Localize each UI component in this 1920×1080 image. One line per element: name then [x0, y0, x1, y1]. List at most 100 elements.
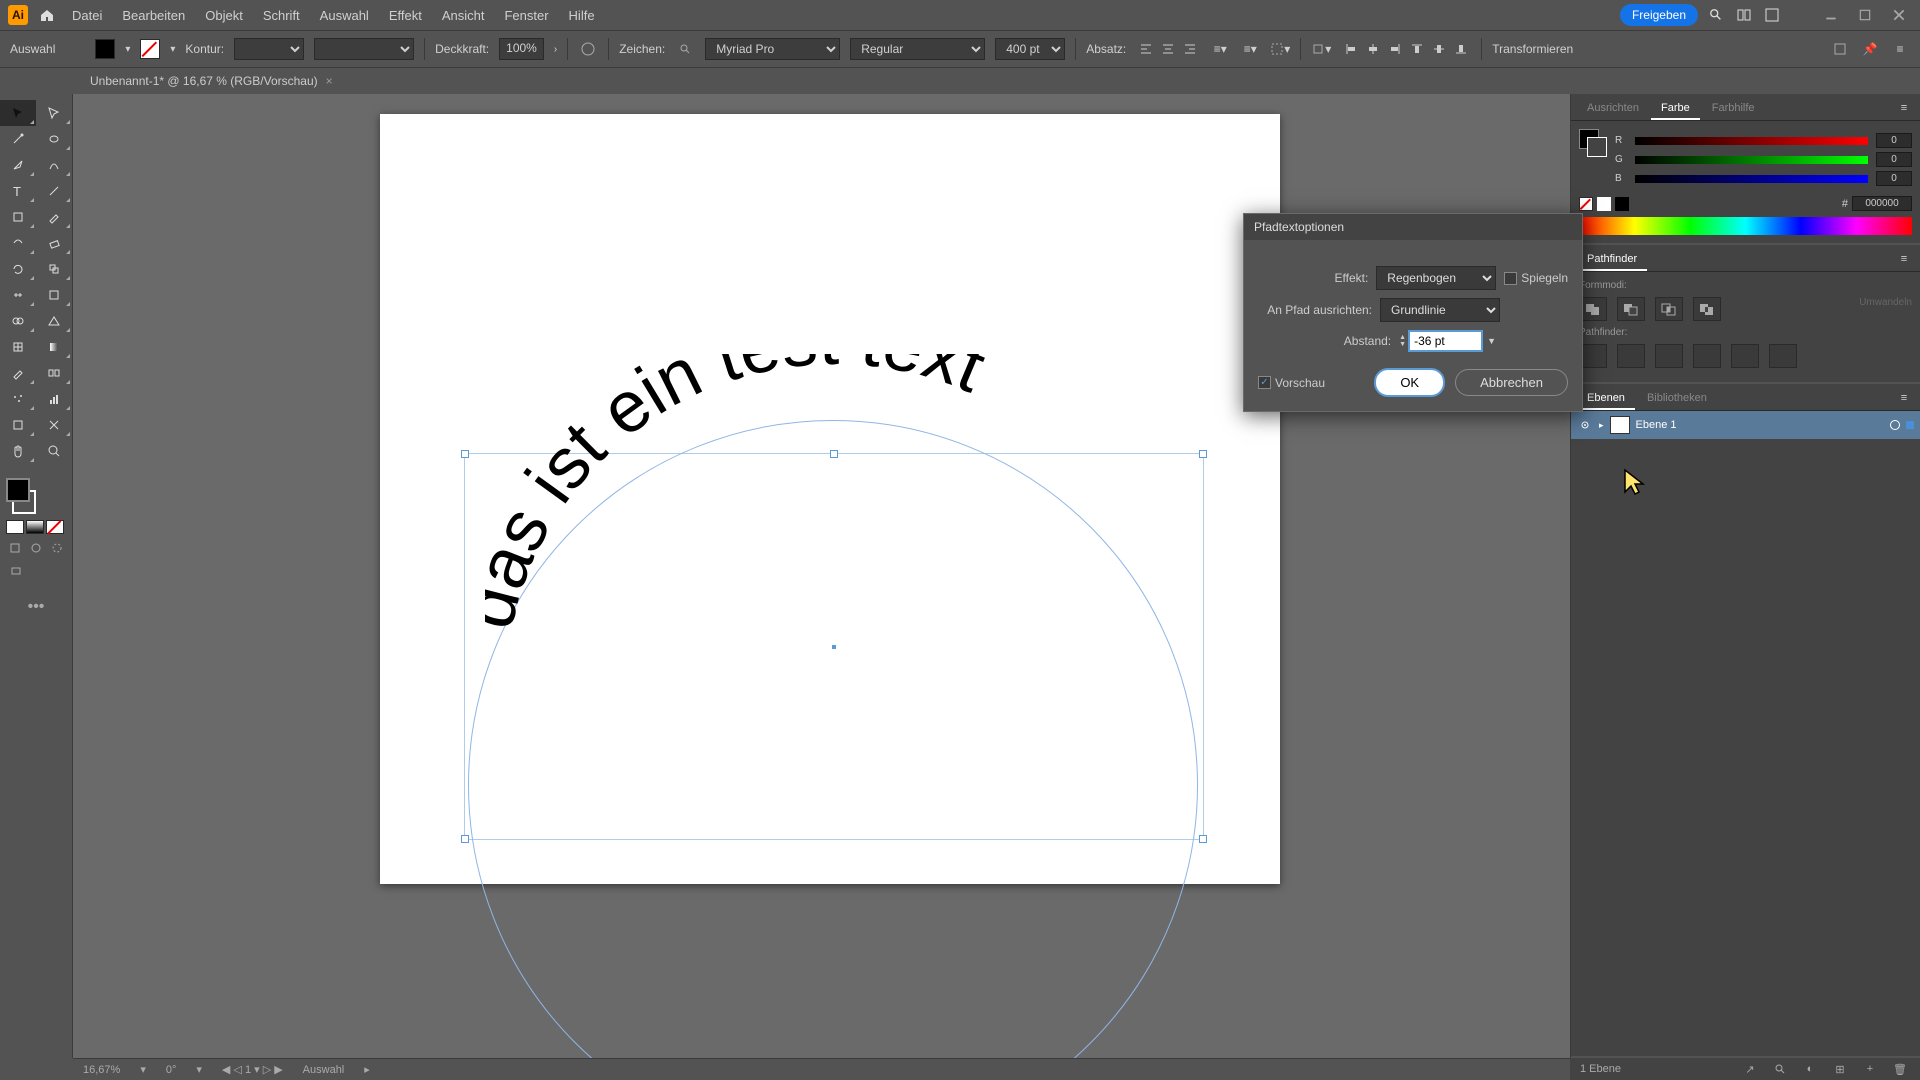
- stroke-profile-field[interactable]: [314, 38, 414, 60]
- pen-tool[interactable]: [0, 152, 36, 178]
- h-align-left-icon[interactable]: [1341, 39, 1361, 59]
- symbol-sprayer-tool[interactable]: [0, 386, 36, 412]
- minimize-icon[interactable]: [1824, 8, 1838, 22]
- delete-layer-icon[interactable]: 🗑: [1890, 1059, 1910, 1079]
- direct-selection-tool[interactable]: [36, 100, 72, 126]
- more-icon[interactable]: ≡: [1890, 39, 1910, 59]
- transform-label[interactable]: Transformieren: [1492, 42, 1573, 56]
- list-number-icon[interactable]: ≡▾: [1240, 39, 1260, 59]
- pin-icon[interactable]: 📌: [1860, 39, 1880, 59]
- fill-swatch[interactable]: [95, 39, 115, 59]
- mirror-checkbox[interactable]: Spiegeln: [1504, 271, 1568, 285]
- preview-checkbox[interactable]: ✓Vorschau: [1258, 376, 1325, 390]
- menu-hilfe[interactable]: Hilfe: [563, 4, 601, 27]
- mesh-tool[interactable]: [0, 334, 36, 360]
- panel-menu-icon[interactable]: ≡: [1894, 388, 1914, 408]
- minus-front-icon[interactable]: [1617, 297, 1645, 321]
- g-value[interactable]: [1876, 152, 1912, 167]
- arrange-icon[interactable]: [1734, 5, 1754, 25]
- size-select[interactable]: 400 pt: [995, 38, 1065, 60]
- align-right-icon[interactable]: [1180, 39, 1200, 59]
- v-align-middle-icon[interactable]: [1429, 39, 1449, 59]
- list-bullet-icon[interactable]: ≡▾: [1210, 39, 1230, 59]
- menu-fenster[interactable]: Fenster: [498, 4, 554, 27]
- rectangle-tool[interactable]: [0, 204, 36, 230]
- align-select[interactable]: Grundlinie: [1380, 298, 1500, 322]
- tab-farbhilfe[interactable]: Farbhilfe: [1702, 98, 1765, 120]
- paintbrush-tool[interactable]: [36, 204, 72, 230]
- rotate-tool[interactable]: [0, 256, 36, 282]
- isolation-icon[interactable]: [1830, 39, 1850, 59]
- stroke-width-field[interactable]: [234, 38, 304, 60]
- layer-export-icon[interactable]: ↗: [1740, 1059, 1760, 1079]
- v-align-top-icon[interactable]: [1407, 39, 1427, 59]
- zoom-tool[interactable]: [36, 438, 72, 464]
- artboard-nav[interactable]: ◀ ◁ 1 ▾ ▷ ▶: [222, 1063, 283, 1076]
- menu-effekt[interactable]: Effekt: [383, 4, 428, 27]
- spinner-icon[interactable]: ▲▼: [1399, 334, 1406, 348]
- tab-ausrichten[interactable]: Ausrichten: [1577, 98, 1649, 120]
- graph-tool[interactable]: [36, 386, 72, 412]
- v-align-bottom-icon[interactable]: [1451, 39, 1471, 59]
- perspective-tool[interactable]: [36, 308, 72, 334]
- weight-select[interactable]: Regular: [850, 38, 985, 60]
- align-to-icon[interactable]: ▾: [1311, 39, 1331, 59]
- menu-schrift[interactable]: Schrift: [257, 4, 306, 27]
- tab-bibliotheken[interactable]: Bibliotheken: [1637, 388, 1717, 410]
- none-mode-icon[interactable]: [46, 520, 64, 534]
- menu-objekt[interactable]: Objekt: [199, 4, 249, 27]
- color-swap[interactable]: [0, 474, 72, 518]
- share-button[interactable]: Freigeben: [1620, 4, 1698, 26]
- draw-inside-icon[interactable]: [47, 538, 66, 558]
- panel-menu-icon[interactable]: ≡: [1894, 98, 1914, 118]
- menu-auswahl[interactable]: Auswahl: [314, 4, 375, 27]
- line-tool[interactable]: [36, 178, 72, 204]
- effect-select[interactable]: Regenbogen: [1376, 266, 1496, 290]
- hex-value[interactable]: [1852, 196, 1912, 211]
- align-center-icon[interactable]: [1158, 39, 1178, 59]
- eraser-tool[interactable]: [36, 230, 72, 256]
- visibility-icon[interactable]: [1577, 417, 1593, 433]
- merge-icon[interactable]: [1655, 344, 1683, 368]
- document-tab[interactable]: Unbenannt-1* @ 16,67 % (RGB/Vorschau) ×: [80, 70, 343, 92]
- maximize-icon[interactable]: [1858, 8, 1872, 22]
- menu-bearbeiten[interactable]: Bearbeiten: [116, 4, 191, 27]
- gradient-mode-icon[interactable]: [26, 520, 44, 534]
- tab-pathfinder[interactable]: Pathfinder: [1577, 249, 1647, 271]
- target-icon[interactable]: [1890, 420, 1900, 430]
- panel-menu-icon[interactable]: ≡: [1894, 249, 1914, 269]
- tab-ebenen[interactable]: Ebenen: [1577, 388, 1635, 410]
- spacing-input[interactable]: [1408, 330, 1483, 352]
- unite-icon[interactable]: [1579, 297, 1607, 321]
- trim-icon[interactable]: [1617, 344, 1645, 368]
- edit-toolbar-button[interactable]: •••: [0, 598, 72, 616]
- spacing-dropdown-icon[interactable]: ▼: [1483, 336, 1500, 346]
- new-sublayer-icon[interactable]: ⊞: [1830, 1059, 1850, 1079]
- gradient-tool[interactable]: [36, 334, 72, 360]
- color-mode-icon[interactable]: [6, 520, 24, 534]
- style-icon[interactable]: ▾: [1270, 39, 1290, 59]
- minus-back-icon[interactable]: [1769, 344, 1797, 368]
- search-icon[interactable]: [1706, 5, 1726, 25]
- close-icon[interactable]: [1892, 8, 1906, 22]
- layer-name[interactable]: Ebene 1: [1636, 419, 1677, 431]
- spectrum[interactable]: [1579, 217, 1912, 235]
- font-search-icon[interactable]: [675, 39, 695, 59]
- stroke-swatch[interactable]: [140, 39, 160, 59]
- eyedropper-tool[interactable]: [0, 360, 36, 386]
- free-transform-tool[interactable]: [36, 282, 72, 308]
- tab-farbe[interactable]: Farbe: [1651, 98, 1700, 120]
- shaper-tool[interactable]: [0, 230, 36, 256]
- crop-icon[interactable]: [1693, 344, 1721, 368]
- layer-row[interactable]: ▸ Ebene 1: [1571, 411, 1920, 439]
- exclude-icon[interactable]: [1693, 297, 1721, 321]
- type-tool[interactable]: T: [0, 178, 36, 204]
- font-select[interactable]: Myriad Pro: [705, 38, 840, 60]
- artboard-tool[interactable]: [0, 412, 36, 438]
- cancel-button[interactable]: Abbrechen: [1455, 369, 1568, 396]
- slice-tool[interactable]: [36, 412, 72, 438]
- outline-icon[interactable]: [1731, 344, 1759, 368]
- expand-arrow-icon[interactable]: ▸: [1599, 420, 1604, 431]
- draw-normal-icon[interactable]: [6, 538, 25, 558]
- r-value[interactable]: [1876, 133, 1912, 148]
